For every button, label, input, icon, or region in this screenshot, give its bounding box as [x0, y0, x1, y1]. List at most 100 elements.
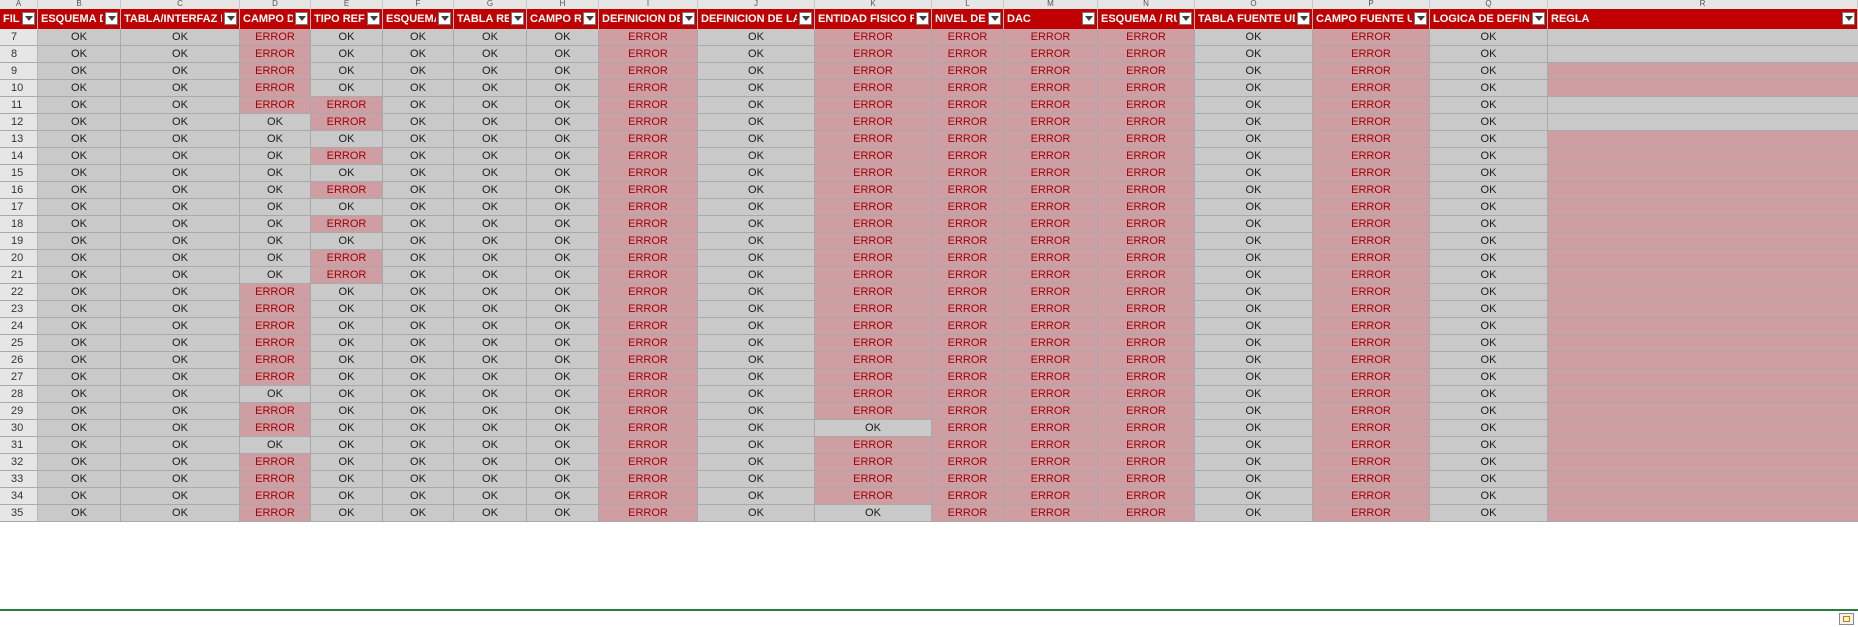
status-cell[interactable]: OK [311, 46, 383, 63]
row-number[interactable]: 11 [0, 97, 38, 114]
status-cell[interactable]: OK [311, 233, 383, 250]
status-cell[interactable]: ERROR [815, 182, 932, 199]
column-letter-n[interactable]: N [1098, 0, 1195, 9]
filter-dropdown-icon[interactable] [1082, 12, 1095, 25]
status-cell[interactable]: ERROR [1313, 437, 1430, 454]
status-cell[interactable]: OK [698, 488, 815, 505]
status-cell[interactable]: ERROR [815, 233, 932, 250]
status-cell[interactable]: OK [121, 148, 240, 165]
status-cell[interactable]: OK [527, 216, 599, 233]
status-cell[interactable]: ERROR [932, 386, 1004, 403]
status-cell[interactable]: OK [698, 165, 815, 182]
status-cell[interactable]: ERROR [599, 233, 698, 250]
status-cell[interactable]: ERROR [1313, 386, 1430, 403]
status-cell[interactable]: ERROR [311, 97, 383, 114]
filter-dropdown-icon[interactable] [105, 12, 118, 25]
status-cell[interactable]: OK [527, 233, 599, 250]
status-cell[interactable]: OK [121, 250, 240, 267]
status-cell[interactable]: OK [383, 148, 454, 165]
row-number[interactable]: 19 [0, 233, 38, 250]
status-cell[interactable]: ERROR [815, 386, 932, 403]
status-cell[interactable]: OK [38, 505, 121, 522]
status-cell[interactable]: ERROR [1098, 505, 1195, 522]
status-cell[interactable]: ERROR [1313, 148, 1430, 165]
row-number[interactable]: 10 [0, 80, 38, 97]
status-cell[interactable]: ERROR [1098, 437, 1195, 454]
status-cell[interactable]: ERROR [240, 352, 311, 369]
filter-dropdown-icon[interactable] [22, 12, 35, 25]
status-cell[interactable]: OK [38, 131, 121, 148]
status-cell[interactable]: OK [527, 250, 599, 267]
row-number[interactable]: 14 [0, 148, 38, 165]
status-cell[interactable]: OK [454, 284, 527, 301]
status-cell[interactable]: OK [1430, 335, 1548, 352]
status-cell[interactable]: OK [38, 46, 121, 63]
status-cell[interactable]: OK [240, 437, 311, 454]
status-cell[interactable]: ERROR [932, 97, 1004, 114]
status-cell[interactable]: ERROR [599, 80, 698, 97]
status-cell[interactable]: OK [1430, 250, 1548, 267]
column-header[interactable]: DEFINICION DE LA TABLA [698, 9, 815, 29]
status-cell[interactable]: OK [698, 216, 815, 233]
status-cell[interactable]: OK [311, 437, 383, 454]
column-letter-b[interactable]: B [38, 0, 121, 9]
status-cell[interactable]: OK [1430, 284, 1548, 301]
status-cell[interactable]: E [1548, 335, 1858, 352]
status-cell[interactable]: E [1548, 505, 1858, 522]
status-cell[interactable]: OK [1195, 335, 1313, 352]
status-cell[interactable]: ERROR [599, 131, 698, 148]
status-cell[interactable]: ERROR [1313, 335, 1430, 352]
status-cell[interactable]: E [1548, 199, 1858, 216]
status-cell[interactable]: OK [698, 352, 815, 369]
status-cell[interactable]: OK [121, 199, 240, 216]
filter-dropdown-icon[interactable] [1414, 12, 1427, 25]
status-cell[interactable]: OK [698, 454, 815, 471]
status-cell[interactable]: OK [1430, 352, 1548, 369]
row-number[interactable]: 7 [0, 29, 38, 46]
status-cell[interactable]: ERROR [932, 29, 1004, 46]
status-cell[interactable]: OK [454, 46, 527, 63]
status-cell[interactable]: ERROR [599, 488, 698, 505]
status-cell[interactable]: OK [38, 471, 121, 488]
status-cell[interactable]: OK [121, 301, 240, 318]
status-cell[interactable]: E [1548, 403, 1858, 420]
status-cell[interactable]: E [1548, 63, 1858, 80]
row-number[interactable]: 15 [0, 165, 38, 182]
status-cell[interactable]: OK [38, 403, 121, 420]
status-cell[interactable]: OK [698, 63, 815, 80]
status-cell[interactable]: OK [311, 131, 383, 148]
status-cell[interactable]: OK [527, 335, 599, 352]
column-letter-i[interactable]: I [599, 0, 698, 9]
status-cell[interactable]: E [1548, 454, 1858, 471]
status-cell[interactable]: ERROR [599, 148, 698, 165]
status-cell[interactable]: ERROR [815, 216, 932, 233]
status-cell[interactable]: OK [121, 114, 240, 131]
status-cell[interactable]: ERROR [932, 233, 1004, 250]
status-cell[interactable]: OK [121, 437, 240, 454]
status-cell[interactable]: OK [698, 437, 815, 454]
status-cell[interactable]: OK [383, 505, 454, 522]
filter-dropdown-icon[interactable] [988, 12, 1001, 25]
status-cell[interactable]: ERROR [1004, 267, 1098, 284]
status-cell[interactable]: ERROR [1098, 284, 1195, 301]
status-cell[interactable]: OK [1430, 80, 1548, 97]
status-cell[interactable]: ERROR [1313, 29, 1430, 46]
status-cell[interactable]: OK [527, 199, 599, 216]
status-cell[interactable]: ERROR [1004, 369, 1098, 386]
status-cell[interactable]: ERROR [932, 471, 1004, 488]
status-cell[interactable]: OK [383, 352, 454, 369]
status-cell[interactable]: OK [121, 403, 240, 420]
status-cell[interactable]: ERROR [1004, 97, 1098, 114]
status-cell[interactable]: ERROR [1313, 352, 1430, 369]
status-cell[interactable]: ERROR [599, 199, 698, 216]
status-cell[interactable]: ERROR [1004, 420, 1098, 437]
status-cell[interactable]: OK [240, 267, 311, 284]
status-cell[interactable]: ERROR [1313, 471, 1430, 488]
status-cell[interactable]: ERROR [1098, 199, 1195, 216]
status-cell[interactable]: OK [383, 335, 454, 352]
status-cell[interactable]: ERROR [599, 97, 698, 114]
status-cell[interactable]: OK [38, 488, 121, 505]
status-cell[interactable]: ERROR [1098, 216, 1195, 233]
column-letter-g[interactable]: G [454, 0, 527, 9]
status-cell[interactable]: ERROR [240, 471, 311, 488]
